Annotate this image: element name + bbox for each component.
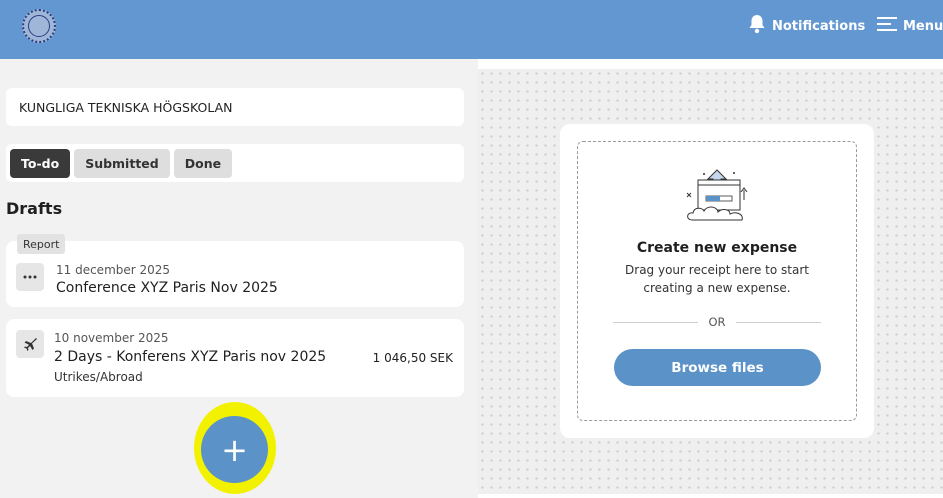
organization-selector[interactable]: KUNGLIGA TEKNISKA HÖGSKOLAN: [6, 88, 464, 126]
bell-icon: [748, 14, 766, 38]
menu-label: Menu: [903, 18, 943, 34]
status-tabs: To-do Submitted Done: [6, 144, 464, 182]
or-divider: OR: [613, 314, 822, 330]
tab-to-do[interactable]: To-do: [10, 148, 71, 178]
tab-submitted[interactable]: Submitted: [74, 148, 170, 178]
organization-name: KUNGLIGA TEKNISKA HÖGSKOLAN: [19, 99, 233, 115]
draft-title: 2 Days - Konferens XYZ Paris nov 2025: [54, 349, 327, 365]
draft-date: 11 december 2025: [56, 263, 171, 277]
upload-illustration: [684, 168, 750, 228]
or-label: OR: [708, 315, 726, 329]
drafts-heading: Drafts: [6, 199, 63, 218]
logo-emblem: [28, 15, 50, 37]
notifications-label: Notifications: [772, 18, 866, 34]
notifications-button[interactable]: Notifications: [748, 15, 865, 37]
draft-category: Utrikes/Abroad: [54, 370, 143, 384]
draft-amount: 1 046,50 SEK: [372, 351, 453, 365]
more-icon[interactable]: [16, 263, 44, 291]
draft-title: Conference XYZ Paris Nov 2025: [56, 280, 278, 296]
menu-button[interactable]: Menu: [877, 15, 943, 37]
add-expense-button[interactable]: +: [201, 416, 268, 483]
hamburger-icon: [877, 16, 897, 36]
upload-description: Drag your receipt here to start creating…: [625, 263, 809, 295]
browse-files-button[interactable]: Browse files: [614, 349, 821, 386]
upload-title: Create new expense: [636, 240, 798, 256]
airplane-icon: [16, 330, 44, 358]
draft-date: 10 november 2025: [54, 331, 169, 345]
divider-line: [735, 321, 822, 323]
kth-logo[interactable]: [22, 9, 56, 43]
draft-expense-card[interactable]: 10 november 2025 2 Days - Konferens XYZ …: [6, 319, 464, 397]
divider-line: [613, 321, 699, 323]
top-bar: Notifications Menu: [0, 0, 943, 59]
report-tag: Report: [17, 234, 66, 254]
draft-report-card[interactable]: 11 december 2025 Conference XYZ Paris No…: [6, 241, 464, 307]
tab-done[interactable]: Done: [173, 148, 233, 178]
